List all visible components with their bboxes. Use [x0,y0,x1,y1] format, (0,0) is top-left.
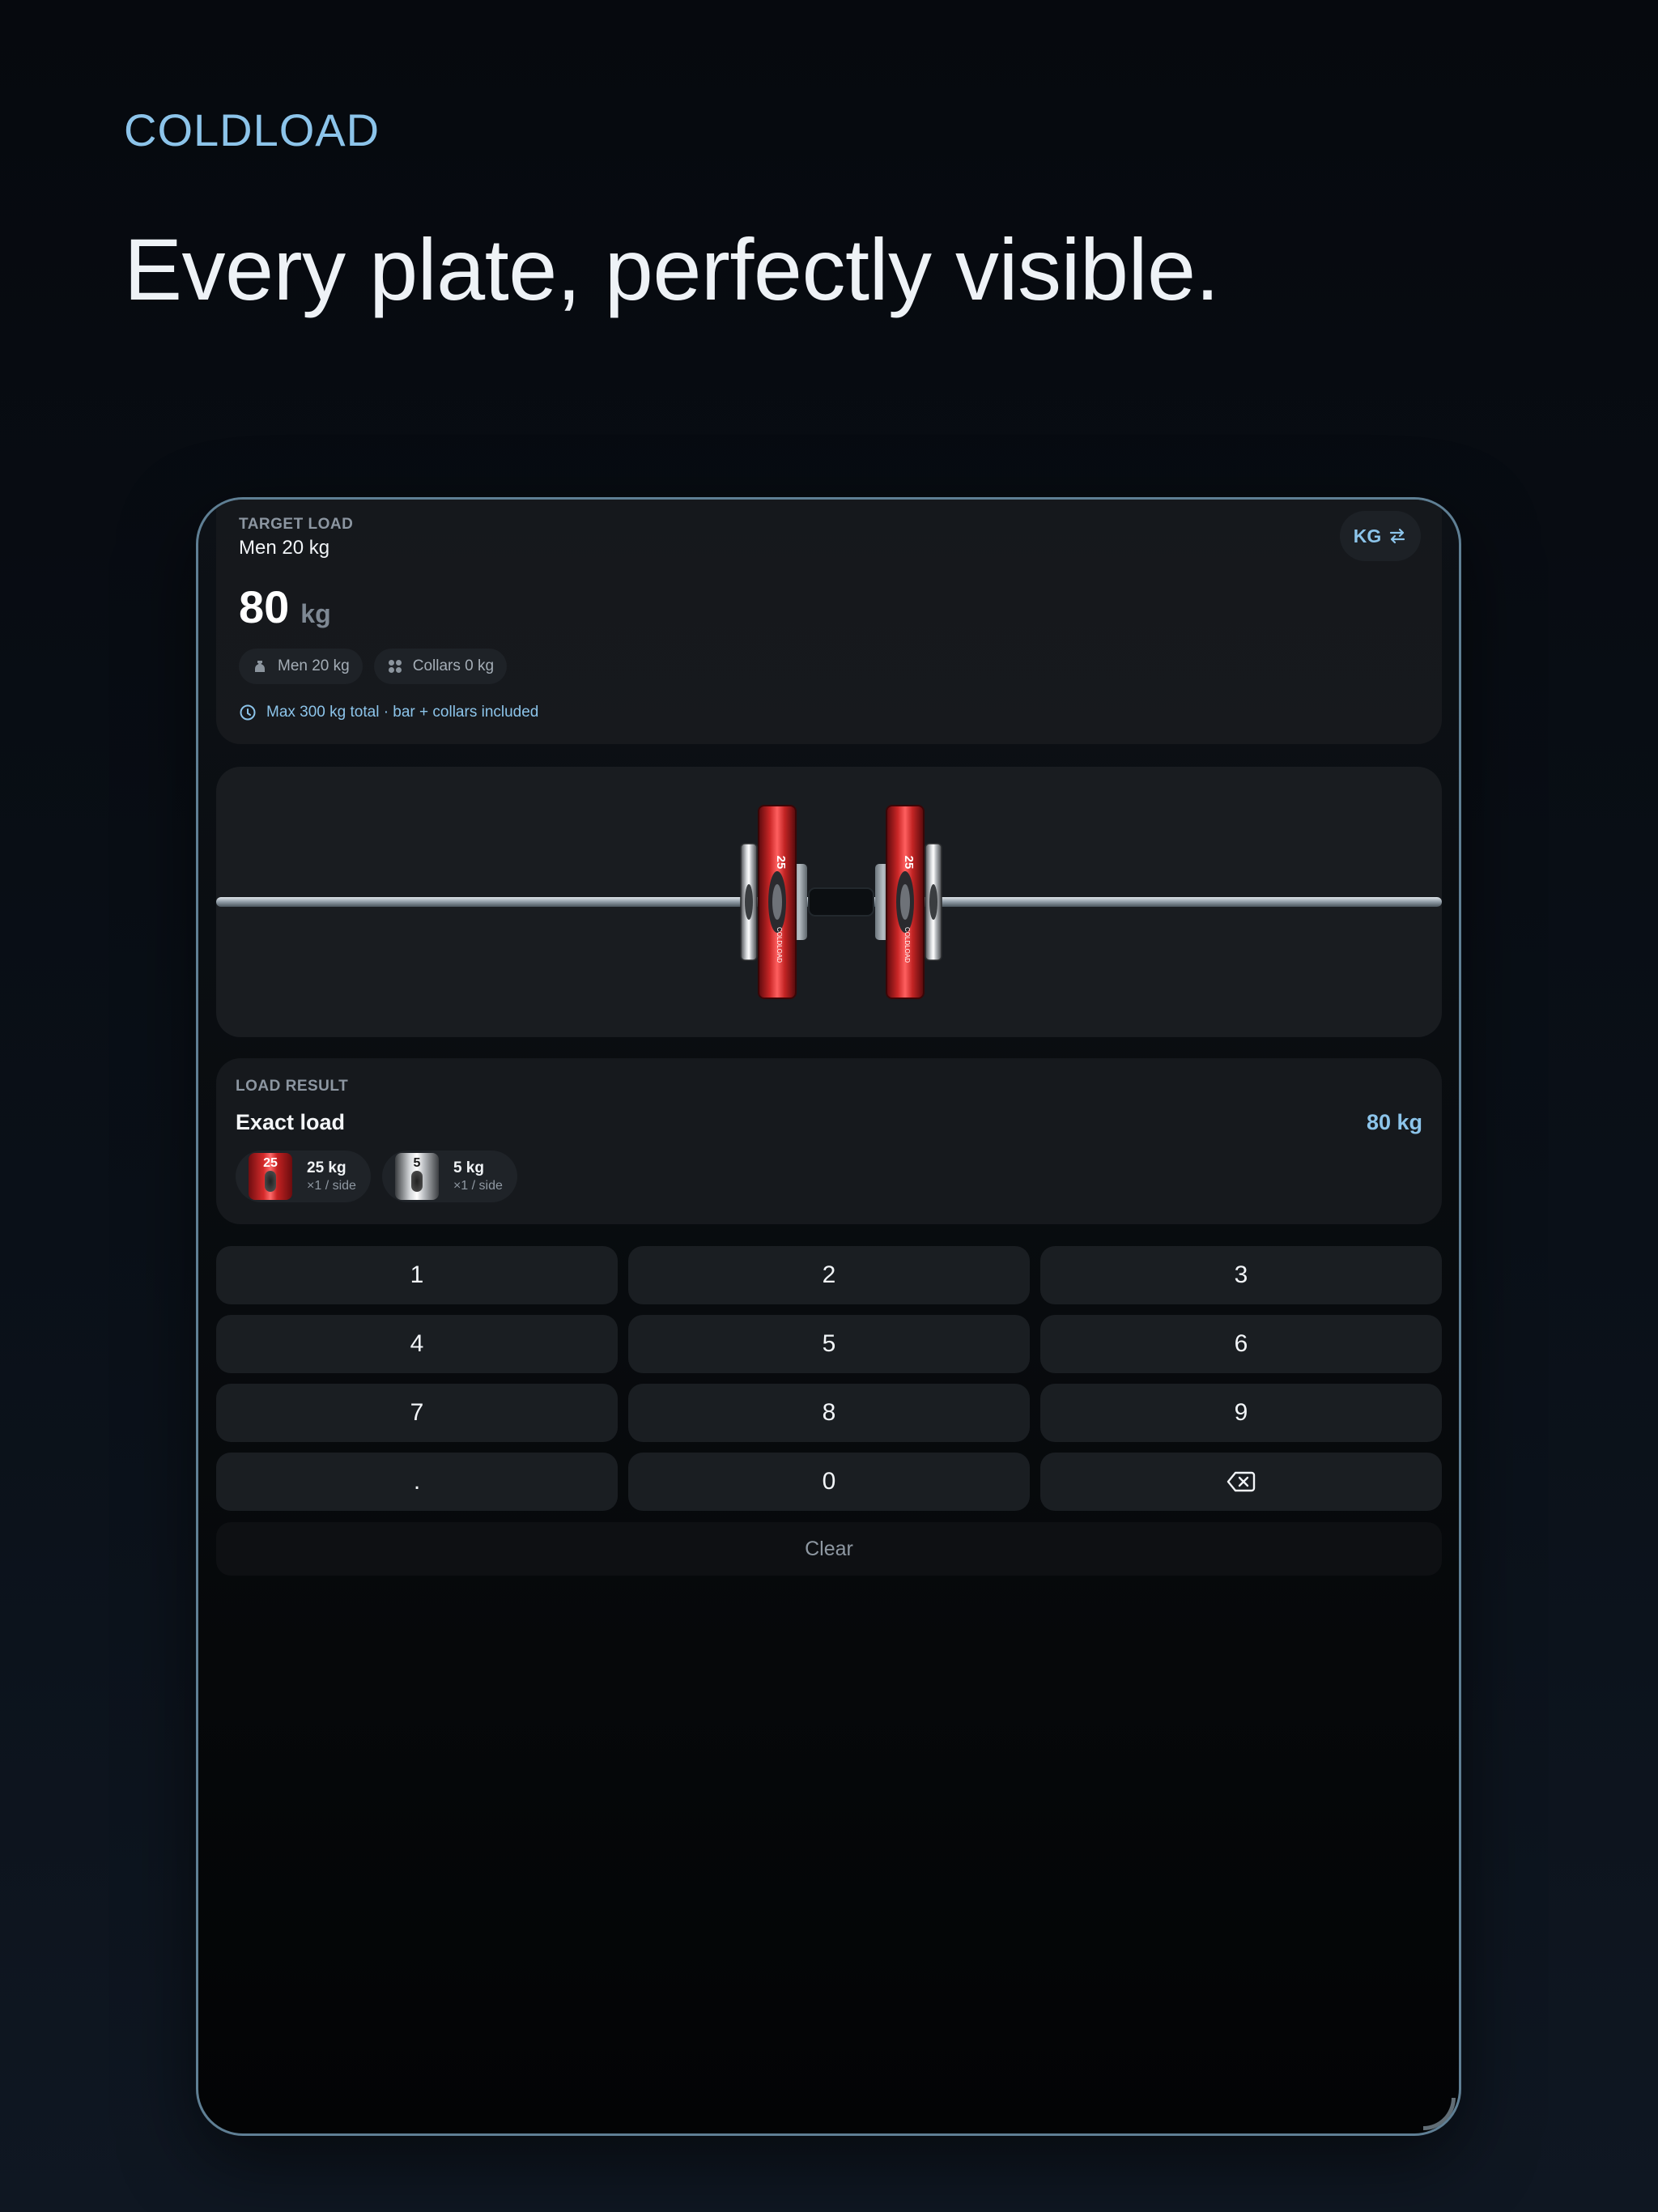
load-result-title: Exact load [236,1110,346,1134]
barbell-illustration: 25 COLDLOAD 25 COLDLOAD [216,805,1442,999]
plate-brand-mark: COLDLOAD [903,927,911,963]
unit-toggle-button[interactable]: KG [1340,511,1421,561]
key-2[interactable]: 2 [628,1246,1030,1304]
plate-label: 25 [902,856,916,870]
max-load-note: Max 300 kg total · bar + collars include… [239,704,538,721]
unit-toggle-label: KG [1353,525,1382,547]
bar-chip-label: Men 20 kg [278,657,350,674]
plate-25-thumbnail: 25 [249,1153,292,1200]
plate-5-left [740,843,758,961]
bar-chip[interactable]: Men 20 kg [239,649,363,684]
backspace-icon [1226,1471,1256,1492]
plate-chip-5: 5 5 kg ×1 / side [381,1151,517,1202]
barbell-visual-card: 25 COLDLOAD 25 COLDLOAD [216,767,1442,1037]
plate-25-left: 25 COLDLOAD [758,805,797,999]
info-circle-icon [240,704,256,721]
config-chips: Men 20 kg Collars 0 kg [239,649,508,684]
plate-count: ×1 / side [453,1179,503,1193]
collars-chip-label: Collars 0 kg [412,657,495,674]
brand-logo-text: COLDLOAD [124,104,380,155]
clear-button[interactable]: Clear [216,1522,1442,1576]
plate-brand-mark: COLDLOAD [776,927,783,963]
collars-chip[interactable]: Collars 0 kg [373,649,508,684]
target-load-value: 80 [239,581,290,632]
plate-label: 25 [774,856,788,870]
device-frame: TARGET LOAD Men 20 kg KG 80 kg Men 20 kg [196,497,1461,2136]
key-8[interactable]: 8 [628,1384,1030,1442]
target-load-card: TARGET LOAD Men 20 kg KG 80 kg Men 20 kg [216,500,1442,744]
load-result-card: LOAD RESULT Exact load 80 kg 25 25 kg ×1… [216,1058,1442,1224]
key-decimal[interactable]: . [216,1453,618,1511]
plate-5-right [925,843,942,961]
device-corner-indicator [1423,2098,1456,2130]
key-backspace[interactable] [1040,1453,1442,1511]
plate-weight: 25 kg [307,1159,346,1176]
target-load-unit: kg [300,599,331,628]
plate-weight: 5 kg [453,1159,484,1176]
bar-name: Men 20 kg [239,537,330,559]
key-5[interactable]: 5 [628,1315,1030,1373]
load-result-caption: LOAD RESULT [236,1078,349,1095]
plate-thumb-label: 5 [413,1156,421,1170]
plate-5-thumbnail: 5 [394,1153,439,1200]
swap-arrows-icon [1390,528,1405,544]
key-7[interactable]: 7 [216,1384,618,1442]
target-load-display: 80 kg [239,581,331,633]
target-load-caption: TARGET LOAD [239,516,354,533]
plate-chip-25: 25 25 kg ×1 / side [236,1151,371,1202]
load-result-total: 80 kg [1366,1110,1422,1134]
key-0[interactable]: 0 [628,1453,1030,1511]
plate-breakdown: 25 25 kg ×1 / side 5 5 kg ×1 / side [236,1151,517,1202]
headline: Every plate, perfectly visible. [124,220,1220,318]
grid-dots-icon [388,660,402,673]
max-load-note-text: Max 300 kg total · bar + collars include… [266,704,539,721]
kettlebell-icon [254,661,266,672]
numeric-keypad: 1 2 3 4 5 6 7 8 9 . 0 [216,1246,1442,1511]
key-1[interactable]: 1 [216,1246,618,1304]
plate-thumb-label: 25 [263,1156,278,1170]
plate-count: ×1 / side [307,1179,356,1193]
plate-25-right: 25 COLDLOAD [886,805,925,999]
key-4[interactable]: 4 [216,1315,618,1373]
key-9[interactable]: 9 [1040,1384,1442,1442]
key-6[interactable]: 6 [1040,1315,1442,1373]
bar-grip [808,887,874,917]
key-3[interactable]: 3 [1040,1246,1442,1304]
